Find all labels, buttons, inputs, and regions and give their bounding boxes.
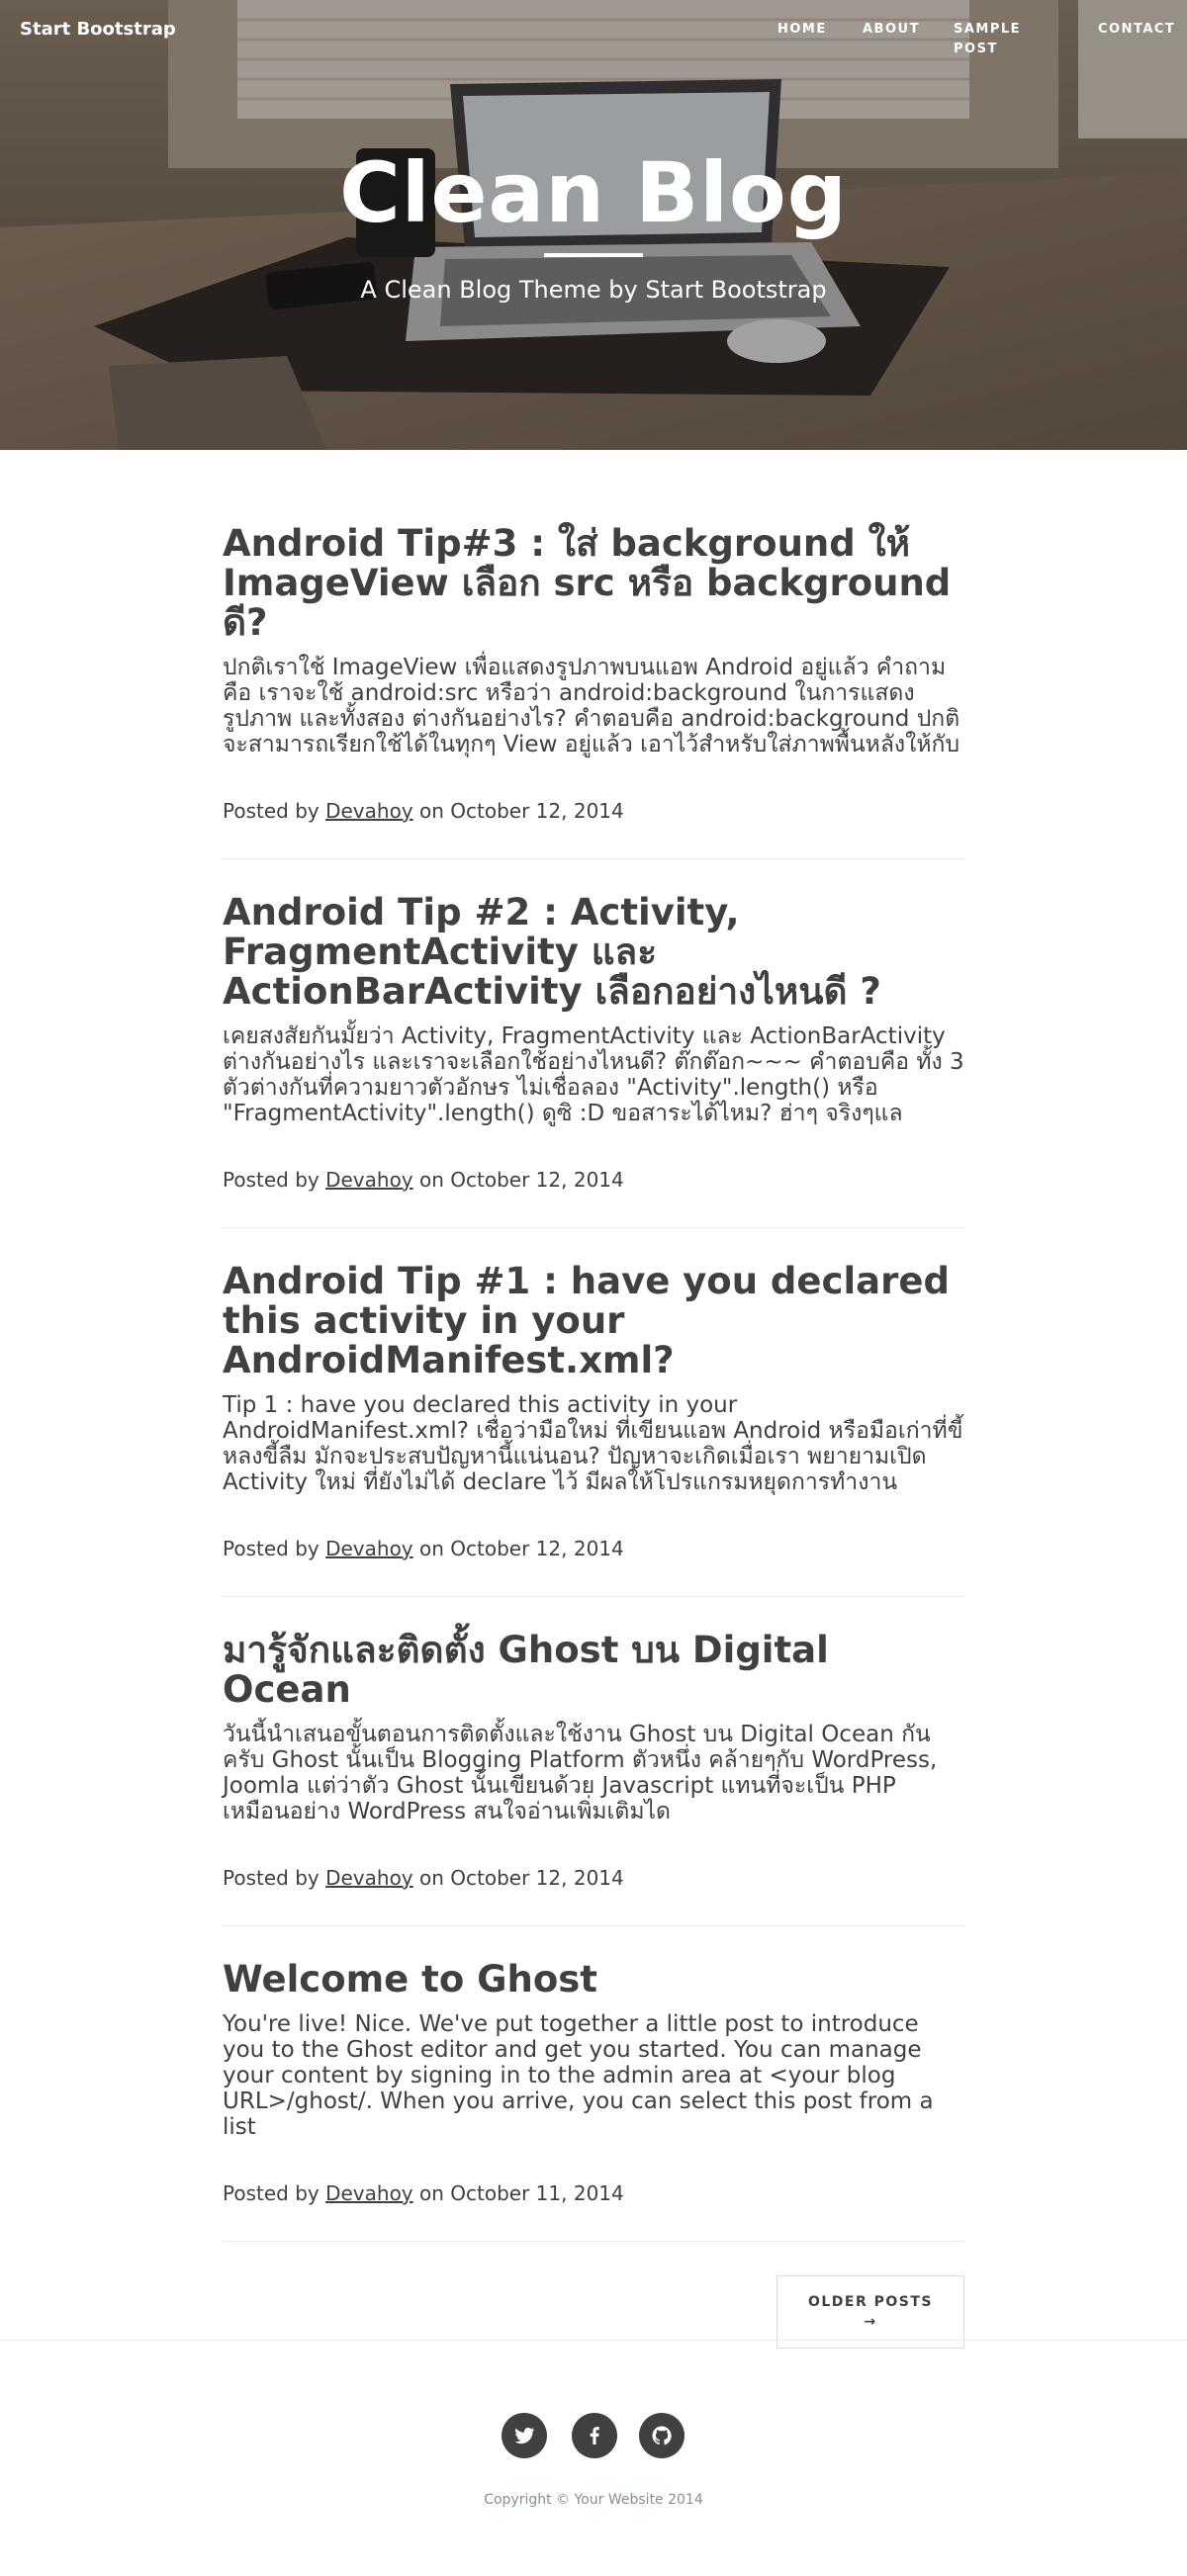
post-title-link[interactable]: Android Tip #2 : Activity, FragmentActiv… [223,893,964,1012]
github-icon [652,2426,672,2445]
post-meta: Posted by Devahoy on October 12, 2014 [223,1535,964,1562]
post-preview: มารู้จักและติดตั้ง Ghost บน Digital Ocea… [223,1631,964,1926]
author-link[interactable]: Devahoy [325,1537,413,1560]
post-date: October 12, 2014 [450,1168,624,1192]
site-subtitle: A Clean Blog Theme by Start Bootstrap [360,276,827,304]
posted-by-label: Posted by [223,2181,320,2205]
nav-link-home[interactable]: HOME [777,20,827,40]
pager: OLDER POSTS → [223,2275,964,2353]
post-list: Android Tip#3 : ใส่ background ให้ Image… [223,524,964,2353]
post-date: October 11, 2014 [450,2181,624,2205]
post-preview: Android Tip#3 : ใส่ background ให้ Image… [223,524,964,859]
post-meta: Posted by Devahoy on October 11, 2014 [223,2179,964,2207]
social-links [0,2413,1187,2458]
nav-link-about[interactable]: ABOUT [863,20,920,40]
post-title-link[interactable]: Android Tip #1 : have you declared this … [223,1262,964,1380]
facebook-link[interactable] [572,2413,617,2458]
author-link[interactable]: Devahoy [325,799,413,823]
nav-link-contact[interactable]: CONTACT [1098,20,1175,40]
post-title-link[interactable]: มารู้จักและติดตั้ง Ghost บน Digital Ocea… [223,1631,964,1710]
masthead: Start Bootstrap HOME ABOUT SAMPLE POST C… [0,0,1187,450]
arrow-right-icon: → [864,2314,877,2330]
posted-by-label: Posted by [223,799,320,823]
site-heading: Clean Blog A Clean Blog Theme by Start B… [0,138,1187,305]
post-excerpt[interactable]: You're live! Nice. We've put together a … [223,2011,964,2140]
nav-link-sample-post[interactable]: SAMPLE POST [954,20,1033,59]
posted-by-label: Posted by [223,1168,320,1192]
post-preview: Android Tip #1 : have you declared this … [223,1262,964,1597]
author-link[interactable]: Devahoy [325,2181,413,2205]
post-excerpt[interactable]: ปกติเราใช้ ImageView เพื่อแสดงรูปภาพบนแอ… [223,655,964,757]
author-link[interactable]: Devahoy [325,1866,413,1890]
post-date: October 12, 2014 [450,1537,624,1560]
post-preview: Android Tip #2 : Activity, FragmentActiv… [223,893,964,1228]
twitter-link[interactable] [502,2413,547,2458]
twitter-icon [514,2428,535,2444]
posted-by-label: Posted by [223,1537,320,1560]
post-excerpt[interactable]: เคยสงสัยกันมั้ยว่า Activity, FragmentAct… [223,1023,964,1126]
on-label: on [419,2181,444,2205]
post-date: October 12, 2014 [450,799,624,823]
on-label: on [419,1537,444,1560]
on-label: on [419,1866,444,1890]
post-meta: Posted by Devahoy on October 12, 2014 [223,1864,964,1892]
main-nav: HOME ABOUT SAMPLE POST CONTACT [0,20,1187,59]
site-title: Clean Blog [339,144,848,241]
post-date: October 12, 2014 [450,1866,624,1890]
github-link[interactable] [639,2413,685,2458]
post-meta: Posted by Devahoy on October 12, 2014 [223,797,964,825]
heading-divider [544,253,643,257]
facebook-icon [590,2427,599,2444]
on-label: on [419,1168,444,1192]
author-link[interactable]: Devahoy [325,1168,413,1192]
post-excerpt[interactable]: วันนี้นำเสนอขั้นตอนการติดตั้งและใช้งาน G… [223,1722,964,1824]
post-title-link[interactable]: Welcome to Ghost [223,1960,964,1999]
post-excerpt[interactable]: Tip 1 : have you declared this activity … [223,1392,964,1495]
older-posts-button[interactable]: OLDER POSTS → [776,2275,964,2349]
posted-by-label: Posted by [223,1866,320,1890]
older-posts-label: OLDER POSTS [807,2294,934,2310]
post-title-link[interactable]: Android Tip#3 : ใส่ background ให้ Image… [223,524,964,643]
on-label: on [419,799,444,823]
footer-divider [0,2340,1187,2341]
copyright-text: Copyright © Your Website 2014 [484,2492,703,2508]
post-meta: Posted by Devahoy on October 12, 2014 [223,1166,964,1194]
post-preview: Welcome to Ghost You're live! Nice. We'v… [223,1960,964,2242]
